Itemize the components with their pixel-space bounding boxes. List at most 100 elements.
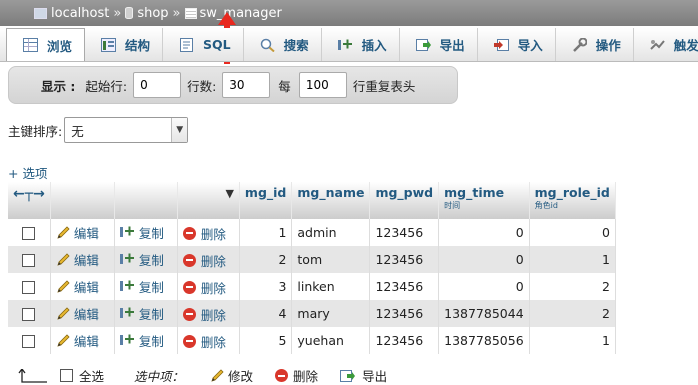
- row-checkbox[interactable]: [22, 308, 36, 321]
- column-comment: 角色id: [534, 201, 558, 210]
- cell-mg-pwd[interactable]: 123456: [369, 246, 440, 273]
- bulk-delete-button[interactable]: 删除: [275, 366, 318, 385]
- row-checkbox-cell: [8, 246, 51, 273]
- sort-by-key-row: 主键排序: 无 ▼: [8, 117, 189, 143]
- cell-mg-time[interactable]: 0: [438, 246, 530, 273]
- structure-icon: [101, 37, 117, 52]
- cell-mg-pwd[interactable]: 123456: [369, 273, 440, 300]
- cell-mg-id[interactable]: 5: [239, 327, 293, 354]
- pencil-icon: [57, 225, 70, 239]
- chevron-down-icon: ▼: [171, 118, 188, 142]
- delete-icon: [182, 253, 196, 267]
- row-delete-cell: 删除: [177, 300, 240, 327]
- tab-label: 导出: [439, 38, 465, 53]
- row-edit-cell: 编辑: [50, 273, 115, 300]
- browse-icon: [23, 38, 38, 52]
- cell-mg-pwd[interactable]: 123456: [369, 219, 440, 246]
- row-copy-link[interactable]: 复制: [119, 250, 164, 269]
- tab-structure[interactable]: 结构: [85, 28, 164, 61]
- sort-by-key-select[interactable]: 无 ▼: [64, 117, 189, 143]
- table-row: 编辑 复制 删除 5 yuehan 123456 1387785056 1: [8, 327, 616, 354]
- select-all-label[interactable]: 全选: [79, 366, 104, 385]
- column-header-mg-role-id[interactable]: mg_role_id 角色id: [529, 182, 616, 219]
- cell-mg-pwd[interactable]: 123456: [369, 300, 440, 327]
- sort-arrow-cell[interactable]: ▼: [177, 182, 240, 219]
- column-header-mg-name[interactable]: mg_name: [291, 182, 371, 219]
- breadcrumb-server[interactable]: localhost: [51, 6, 109, 21]
- export-icon: [340, 369, 356, 382]
- row-edit-cell: 编辑: [50, 327, 115, 354]
- row-edit-link[interactable]: 编辑: [56, 331, 99, 350]
- row-copy-link[interactable]: 复制: [119, 223, 164, 242]
- tab-label: 插入: [361, 38, 387, 53]
- row-delete-cell: 删除: [177, 219, 240, 246]
- sort-by-key-label: 主键排序:: [8, 123, 63, 139]
- tab-sql[interactable]: SQL: [163, 28, 244, 61]
- row-copy-link[interactable]: 复制: [119, 277, 164, 296]
- display-options-bar: 显示 : 起始行: 行数: 每 行重复表头: [8, 66, 458, 104]
- tab-import[interactable]: 导入: [478, 28, 556, 61]
- row-delete-link[interactable]: 删除: [182, 224, 226, 243]
- column-header-mg-id[interactable]: mg_id: [239, 182, 293, 219]
- start-row-input[interactable]: [133, 72, 182, 98]
- row-edit-link[interactable]: 编辑: [56, 223, 99, 242]
- cell-mg-id[interactable]: 4: [239, 300, 293, 327]
- cell-mg-role-id[interactable]: 1: [529, 327, 616, 354]
- row-copy-link[interactable]: 复制: [119, 331, 164, 350]
- tab-triggers[interactable]: 触发器: [634, 28, 698, 61]
- tab-insert[interactable]: 插入: [322, 28, 400, 61]
- cell-mg-time[interactable]: 0: [438, 219, 530, 246]
- tab-label: 结构: [125, 38, 151, 53]
- column-header-mg-time[interactable]: mg_time 时间: [438, 182, 530, 219]
- delete-icon: [182, 334, 196, 348]
- row-edit-link[interactable]: 编辑: [56, 277, 99, 296]
- tab-search[interactable]: 搜索: [244, 28, 322, 61]
- row-checkbox[interactable]: [22, 254, 36, 267]
- tab-browse[interactable]: 浏览: [6, 28, 86, 61]
- row-count-input[interactable]: [222, 72, 271, 98]
- cell-mg-name[interactable]: tom: [291, 246, 371, 273]
- cell-mg-role-id[interactable]: 2: [529, 300, 616, 327]
- cell-mg-name[interactable]: admin: [291, 219, 371, 246]
- cell-mg-name[interactable]: mary: [291, 300, 371, 327]
- row-delete-link[interactable]: 删除: [182, 332, 226, 351]
- row-edit-link[interactable]: 编辑: [56, 250, 99, 269]
- row-delete-link[interactable]: 删除: [182, 278, 226, 297]
- bulk-edit-button[interactable]: 修改: [210, 366, 253, 385]
- cell-mg-name[interactable]: linken: [291, 273, 371, 300]
- row-checkbox-cell: [8, 219, 51, 246]
- row-delete-link[interactable]: 删除: [182, 305, 226, 324]
- cell-mg-role-id[interactable]: 0: [529, 219, 616, 246]
- cell-mg-pwd[interactable]: 123456: [369, 327, 440, 354]
- cell-mg-id[interactable]: 2: [239, 246, 293, 273]
- row-checkbox[interactable]: [22, 281, 36, 294]
- row-checkbox[interactable]: [22, 335, 36, 348]
- cell-mg-name[interactable]: yuehan: [291, 327, 371, 354]
- row-checkbox[interactable]: [22, 227, 36, 240]
- breadcrumb-database[interactable]: shop: [137, 6, 168, 21]
- row-edit-cell: 编辑: [50, 300, 115, 327]
- cell-mg-time[interactable]: 0: [438, 273, 530, 300]
- delete-icon: [182, 280, 196, 294]
- column-arrows[interactable]: ←┬→: [8, 182, 51, 219]
- breadcrumb-table[interactable]: sw_manager: [200, 6, 282, 21]
- tab-export[interactable]: 导出: [400, 28, 478, 61]
- row-checkbox-cell: [8, 327, 51, 354]
- row-copy-link[interactable]: 复制: [119, 304, 164, 323]
- tab-operations[interactable]: 操作: [556, 28, 634, 61]
- bulk-export-button[interactable]: 导出: [340, 366, 387, 385]
- column-header-mg-pwd[interactable]: mg_pwd: [369, 182, 440, 219]
- cell-mg-role-id[interactable]: 2: [529, 273, 616, 300]
- breadcrumb-separator: »: [113, 5, 122, 21]
- options-link[interactable]: + 选项: [8, 163, 47, 182]
- repeat-header-input[interactable]: [298, 72, 347, 98]
- select-all-checkbox[interactable]: [60, 369, 73, 382]
- sort-by-key-value: 无: [71, 123, 84, 139]
- row-edit-link[interactable]: 编辑: [56, 304, 99, 323]
- row-delete-link[interactable]: 删除: [182, 251, 226, 270]
- cell-mg-id[interactable]: 3: [239, 273, 293, 300]
- cell-mg-role-id[interactable]: 1: [529, 246, 616, 273]
- cell-mg-time[interactable]: 1387785056: [438, 327, 530, 354]
- cell-mg-time[interactable]: 1387785044: [438, 300, 530, 327]
- cell-mg-id[interactable]: 1: [239, 219, 293, 246]
